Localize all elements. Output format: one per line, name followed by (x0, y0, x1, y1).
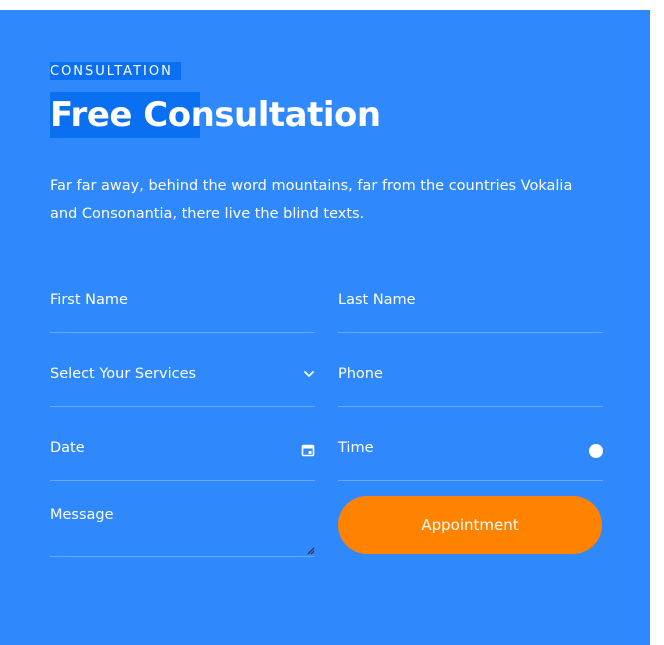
last-name-placeholder: Last Name (338, 292, 416, 308)
first-name-field[interactable]: First Name (50, 258, 315, 333)
title-wrap: Free Consultation (50, 92, 381, 138)
message-placeholder: Message (50, 507, 114, 523)
last-name-field[interactable]: Last Name (338, 258, 603, 333)
chevron-down-icon (304, 371, 314, 377)
services-select[interactable]: Select Your Services (50, 332, 315, 407)
section-description: Far far away, behind the word mountains,… (50, 178, 573, 222)
services-selected-value: Select Your Services (50, 366, 197, 382)
first-name-placeholder: First Name (50, 292, 128, 308)
calendar-icon[interactable] (301, 443, 315, 457)
appointment-button[interactable]: Appointment (338, 496, 602, 554)
section-eyebrow: CONSULTATION (50, 62, 181, 80)
date-field[interactable]: Date (50, 406, 315, 481)
time-placeholder: Time (338, 440, 374, 456)
consultation-panel: CONSULTATION Free Consultation Far far a… (0, 10, 650, 645)
time-field[interactable]: Time (338, 406, 603, 481)
clock-icon[interactable] (589, 444, 603, 458)
message-textarea[interactable]: Message (50, 480, 315, 557)
date-placeholder: Date (50, 440, 85, 456)
resize-handle-icon[interactable] (305, 545, 315, 555)
phone-placeholder: Phone (338, 366, 383, 382)
page-title: Free Consultation (50, 95, 381, 135)
phone-field[interactable]: Phone (338, 332, 603, 407)
